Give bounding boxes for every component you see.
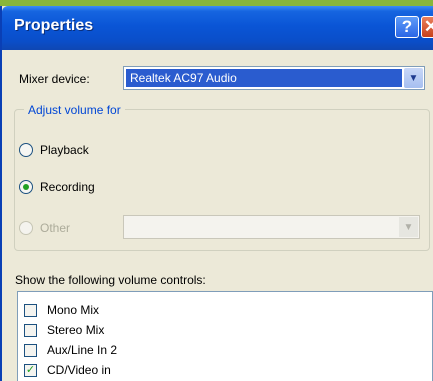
chevron-down-icon[interactable]: ▼ — [404, 68, 423, 88]
help-button[interactable]: ? — [395, 16, 419, 38]
properties-dialog: Properties ? ✕ Mixer device: Realtek AC9… — [0, 6, 433, 381]
mixer-device-select[interactable]: Realtek AC97 Audio ▼ — [123, 66, 425, 90]
mixer-device-value: Realtek AC97 Audio — [126, 69, 402, 87]
window-title: Properties — [14, 17, 94, 34]
adjust-volume-legend: Adjust volume for — [24, 103, 125, 117]
chevron-down-icon: ▼ — [399, 217, 418, 237]
list-item-cd-video-in[interactable]: ✓ CD/Video in — [24, 361, 111, 379]
cd-video-in-checkbox[interactable]: ✓ — [24, 363, 37, 377]
mono-mix-checkbox[interactable] — [24, 303, 37, 317]
volume-controls-list[interactable]: Mono Mix Stereo Mix Aux/Line In 2 ✓ CD/V… — [17, 291, 433, 381]
close-icon: ✕ — [424, 17, 433, 37]
list-item-label: CD/Video in — [47, 363, 111, 377]
list-item-label: Mono Mix — [47, 303, 100, 317]
list-item-label: Aux/Line In 2 — [47, 343, 118, 357]
mixer-device-label: Mixer device: — [19, 72, 90, 86]
title-bar[interactable]: Properties ? ✕ — [2, 6, 433, 50]
list-item-mono-mix[interactable]: Mono Mix — [24, 301, 99, 319]
help-icon: ? — [401, 17, 413, 36]
aux-line-in-2-checkbox[interactable] — [24, 343, 37, 357]
recording-radio-label[interactable]: Recording — [40, 180, 95, 194]
check-icon: ✓ — [25, 363, 36, 376]
list-item-label: Stereo Mix — [47, 323, 105, 337]
other-radio — [19, 221, 33, 235]
list-item-aux-line-in-2[interactable]: Aux/Line In 2 — [24, 341, 117, 359]
playback-radio[interactable] — [19, 143, 33, 157]
recording-radio[interactable] — [19, 180, 33, 194]
stereo-mix-checkbox[interactable] — [24, 323, 37, 337]
other-radio-label: Other — [40, 221, 71, 235]
list-item-stereo-mix[interactable]: Stereo Mix — [24, 321, 104, 339]
volume-controls-label: Show the following volume controls: — [15, 273, 206, 287]
other-device-select: ▼ — [123, 215, 420, 239]
close-button[interactable]: ✕ — [421, 16, 433, 38]
playback-radio-label[interactable]: Playback — [40, 143, 89, 157]
